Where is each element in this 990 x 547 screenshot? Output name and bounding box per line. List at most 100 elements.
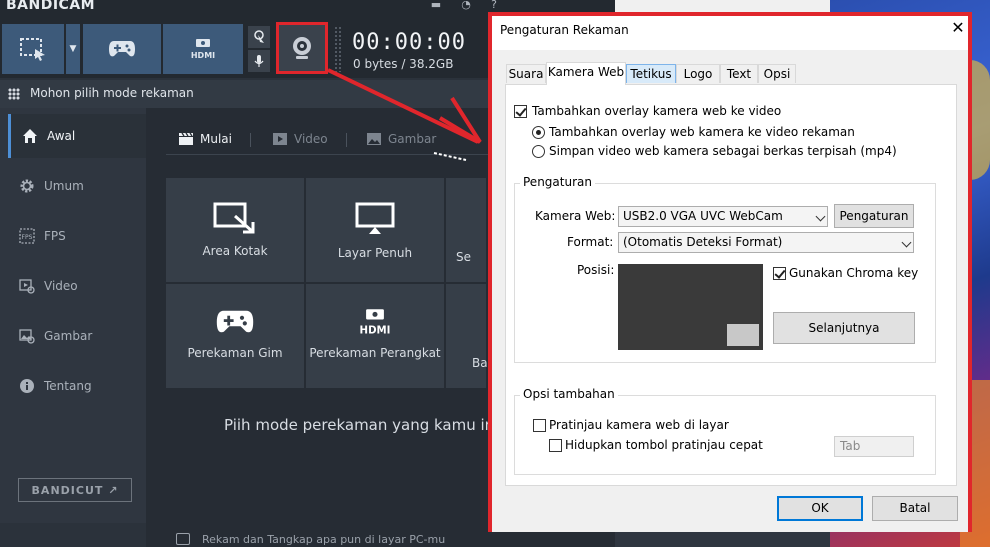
tile-label: Se	[456, 250, 471, 264]
sidebar-item-label: Gambar	[44, 329, 93, 343]
format-select[interactable]: (Otomatis Deteksi Format)	[618, 232, 914, 253]
extra-options-group: Opsi tambahan Pratinjau kamera web di la…	[514, 387, 936, 475]
game-mode-button[interactable]	[83, 24, 161, 74]
sidebar-item-gambar[interactable]: Gambar	[8, 314, 146, 358]
settings-group: Pengaturan Kamera Web: USB2.0 VGA UVC We…	[514, 175, 936, 363]
gamepad-icon	[109, 41, 135, 57]
webcam-position-preview[interactable]	[618, 264, 763, 350]
sidebar-item-fps[interactable]: FPS FPS	[8, 214, 146, 258]
sidebar-item-video[interactable]: Video	[8, 264, 146, 308]
area-mode-button[interactable]	[2, 24, 64, 74]
tile-perekaman-gim[interactable]: Perekaman Gim	[166, 284, 304, 388]
hotkey-field[interactable]: Tab	[834, 436, 914, 457]
gamepad-icon	[216, 310, 254, 333]
cursor-toggle-button[interactable]	[248, 26, 270, 48]
tab-opsi[interactable]: Opsi	[758, 64, 796, 83]
tile-label: Perekaman Gim	[187, 346, 283, 360]
preview-hotkey-checkbox[interactable]	[549, 439, 562, 452]
sidebar-item-umum[interactable]: Umum	[8, 164, 146, 208]
tile-area-kotak[interactable]: Area Kotak	[166, 178, 304, 282]
sidebar: Awal Umum FPS FPS Video Gambar Tentang	[0, 108, 149, 523]
keyboard-icon	[176, 533, 190, 545]
microphone-icon	[254, 55, 264, 67]
close-icon[interactable]: ✕	[949, 19, 967, 37]
tab-label: Video	[294, 132, 328, 146]
video-icon	[273, 133, 287, 145]
ok-button[interactable]: OK	[777, 496, 863, 521]
minimize-icon[interactable]: ▬	[424, 0, 448, 14]
radio-separate-label: Simpan video web kamera sebagai berkas t…	[549, 144, 897, 158]
tab-tetikus[interactable]: Tetikus	[626, 64, 676, 83]
webcam-select-value: USB2.0 VGA UVC WebCam	[623, 209, 783, 223]
bandicut-button[interactable]: BANDICUT ↗	[18, 478, 132, 502]
hdmi-icon: HDMI	[360, 309, 391, 336]
overlay-checkbox[interactable]	[514, 105, 527, 118]
tile-layar-penuh[interactable]: Layar Penuh	[306, 178, 444, 282]
cancel-button[interactable]: Batal	[872, 496, 958, 521]
sidebar-item-tentang[interactable]: Tentang	[8, 364, 146, 408]
mode-dropdown-button[interactable]: ▼	[66, 24, 80, 74]
tile-label: Ba	[472, 356, 488, 370]
tab-logo[interactable]: Logo	[676, 64, 720, 83]
area-select-icon	[20, 38, 45, 61]
hint-text: Piih mode perekaman yang kamu ingin p	[224, 416, 532, 434]
mode-prompt: Mohon pilih mode rekaman	[30, 86, 194, 100]
grid-icon	[8, 88, 20, 100]
image-icon	[18, 327, 36, 345]
webcam-overlay-position[interactable]	[727, 324, 759, 346]
tab-video[interactable]: Video	[272, 132, 328, 146]
svg-text:HDMI: HDMI	[191, 51, 215, 60]
webcam-preview-checkbox[interactable]	[533, 419, 546, 432]
image-icon	[367, 133, 381, 145]
home-icon	[21, 127, 39, 145]
content-tabs: Mulai Video Gambar	[166, 128, 506, 155]
webcam-tab-panel: Tambahkan overlay kamera web ke video Ta…	[505, 84, 957, 486]
format-select-value: (Otomatis Deteksi Format)	[623, 235, 783, 249]
tile-label: Layar Penuh	[337, 246, 413, 260]
tile-perekaman-perangkat[interactable]: HDMI Perekaman Perangkat	[306, 284, 444, 388]
dialog-body: Suara Kamera Web Tetikus Logo Text Opsi …	[492, 50, 968, 532]
position-label: Posisi:	[577, 263, 615, 277]
webcam-select[interactable]: USB2.0 VGA UVC WebCam	[618, 206, 828, 227]
webcam-preview-label: Pratinjau kamera web di layar	[549, 418, 729, 432]
gear-icon	[18, 177, 36, 195]
webcam-label: Kamera Web:	[535, 209, 616, 223]
preview-hotkey-label: Hidupkan tombol pratinjau cepat	[565, 438, 763, 452]
webcam-settings-button[interactable]: Pengaturan	[834, 204, 914, 228]
tab-text[interactable]: Text	[720, 64, 758, 83]
chevron-down-icon	[901, 237, 912, 248]
format-label: Format:	[567, 235, 614, 249]
sidebar-item-awal[interactable]: Awal	[8, 114, 149, 158]
tab-separator	[346, 133, 347, 147]
fps-icon: FPS	[18, 227, 36, 245]
radio-separate-file[interactable]	[532, 145, 545, 158]
overlay-checkbox-label: Tambahkan overlay kamera web ke video	[532, 104, 782, 118]
sidebar-item-label: FPS	[44, 229, 66, 243]
svg-text:FPS: FPS	[22, 234, 33, 241]
radio-overlay[interactable]	[532, 126, 545, 139]
sidebar-item-label: Tentang	[44, 379, 92, 393]
tab-kamera-web[interactable]: Kamera Web	[546, 62, 626, 85]
tab-gambar[interactable]: Gambar	[366, 132, 436, 146]
tab-suara[interactable]: Suara	[506, 64, 546, 83]
monitor-icon	[355, 202, 395, 234]
tab-mulai[interactable]: Mulai	[178, 132, 232, 146]
tile-partial[interactable]: Ba	[446, 284, 488, 388]
app-brand: BANDICAM	[6, 0, 96, 13]
next-button[interactable]: Selanjutnya	[773, 312, 915, 344]
sidebar-item-label: Awal	[47, 129, 76, 143]
tab-separator	[250, 133, 251, 147]
tile-label: Area Kotak	[202, 244, 268, 258]
tile-partial[interactable]: Se	[446, 178, 486, 282]
device-mode-button[interactable]: HDMI	[163, 24, 243, 74]
clock-icon[interactable]: ◔	[454, 0, 478, 14]
video-icon	[18, 277, 36, 295]
background-window	[615, 0, 830, 12]
chroma-key-label: Gunakan Chroma key	[789, 266, 919, 280]
svg-text:HDMI: HDMI	[360, 325, 391, 336]
clapper-icon	[179, 132, 193, 145]
microphone-toggle-button[interactable]	[248, 50, 270, 72]
sidebar-item-label: Umum	[44, 179, 84, 193]
chroma-key-checkbox[interactable]	[773, 267, 786, 280]
webcam-overlay-button[interactable]	[276, 22, 328, 74]
